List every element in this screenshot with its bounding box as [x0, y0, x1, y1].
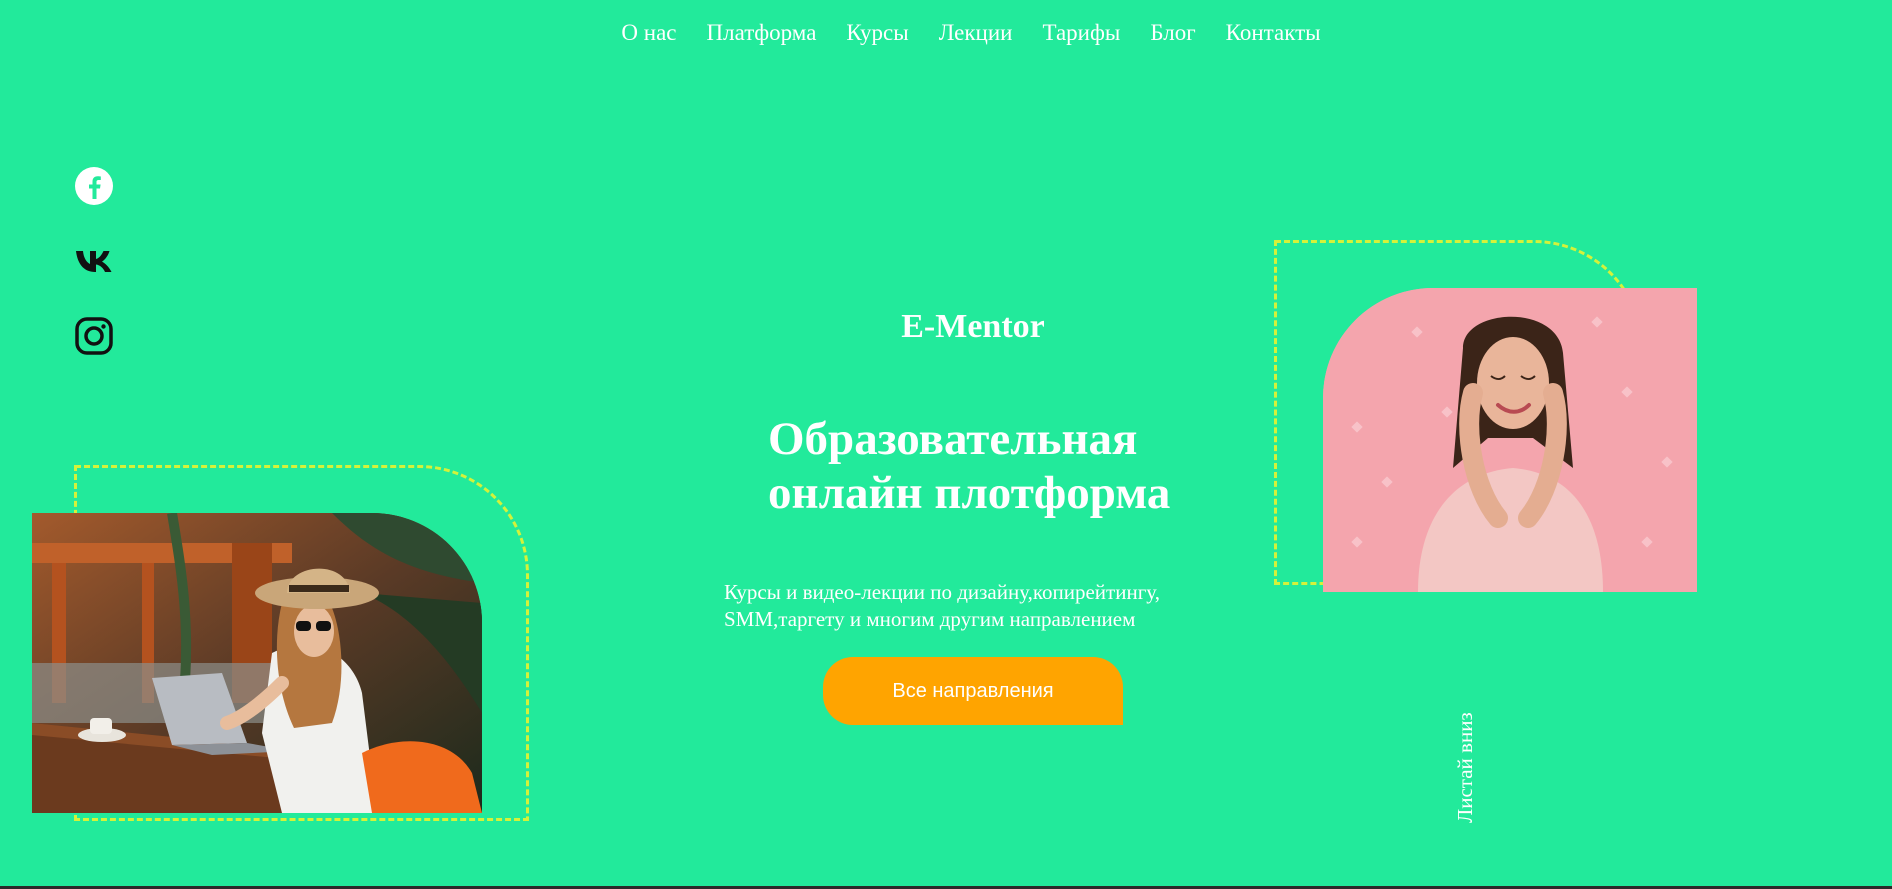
hero-headline-line-1: Образовательная [768, 413, 1138, 465]
nav-item-platform[interactable]: Платформа [707, 20, 817, 46]
hero-subtitle: Курсы и видео-лекции по дизайну,копирейт… [724, 579, 1244, 633]
nav-item-lectures[interactable]: Лекции [939, 20, 1013, 46]
woman-with-laptop-photo [32, 513, 482, 813]
landing-page: О нас Платформа Курсы Лекции Тарифы Блог… [0, 0, 1892, 889]
scroll-down-hint: Листай вниз [1453, 712, 1477, 823]
nav-item-courses[interactable]: Курсы [846, 20, 908, 46]
nav-item-contacts[interactable]: Контакты [1226, 20, 1321, 46]
brand-title: E-Mentor [901, 308, 1045, 345]
hero-headline-line-2: онлайн плотформа [768, 467, 1171, 519]
all-directions-button[interactable]: Все направления [823, 657, 1123, 725]
facebook-icon[interactable] [74, 166, 114, 206]
nav-item-pricing[interactable]: Тарифы [1042, 20, 1120, 46]
nav-item-blog[interactable]: Блог [1150, 20, 1195, 46]
hero-headline: Образовательная онлайн плотформа [768, 412, 1228, 520]
main-nav: О нас Платформа Курсы Лекции Тарифы Блог… [0, 20, 1892, 46]
nav-item-about[interactable]: О нас [621, 20, 676, 46]
vk-icon[interactable] [74, 241, 114, 281]
social-links [74, 166, 118, 391]
hero-subtitle-line-2: SMM,таргету и многим другим направлением [724, 607, 1136, 631]
hero-subtitle-line-1: Курсы и видео-лекции по дизайну,копирейт… [724, 580, 1160, 604]
